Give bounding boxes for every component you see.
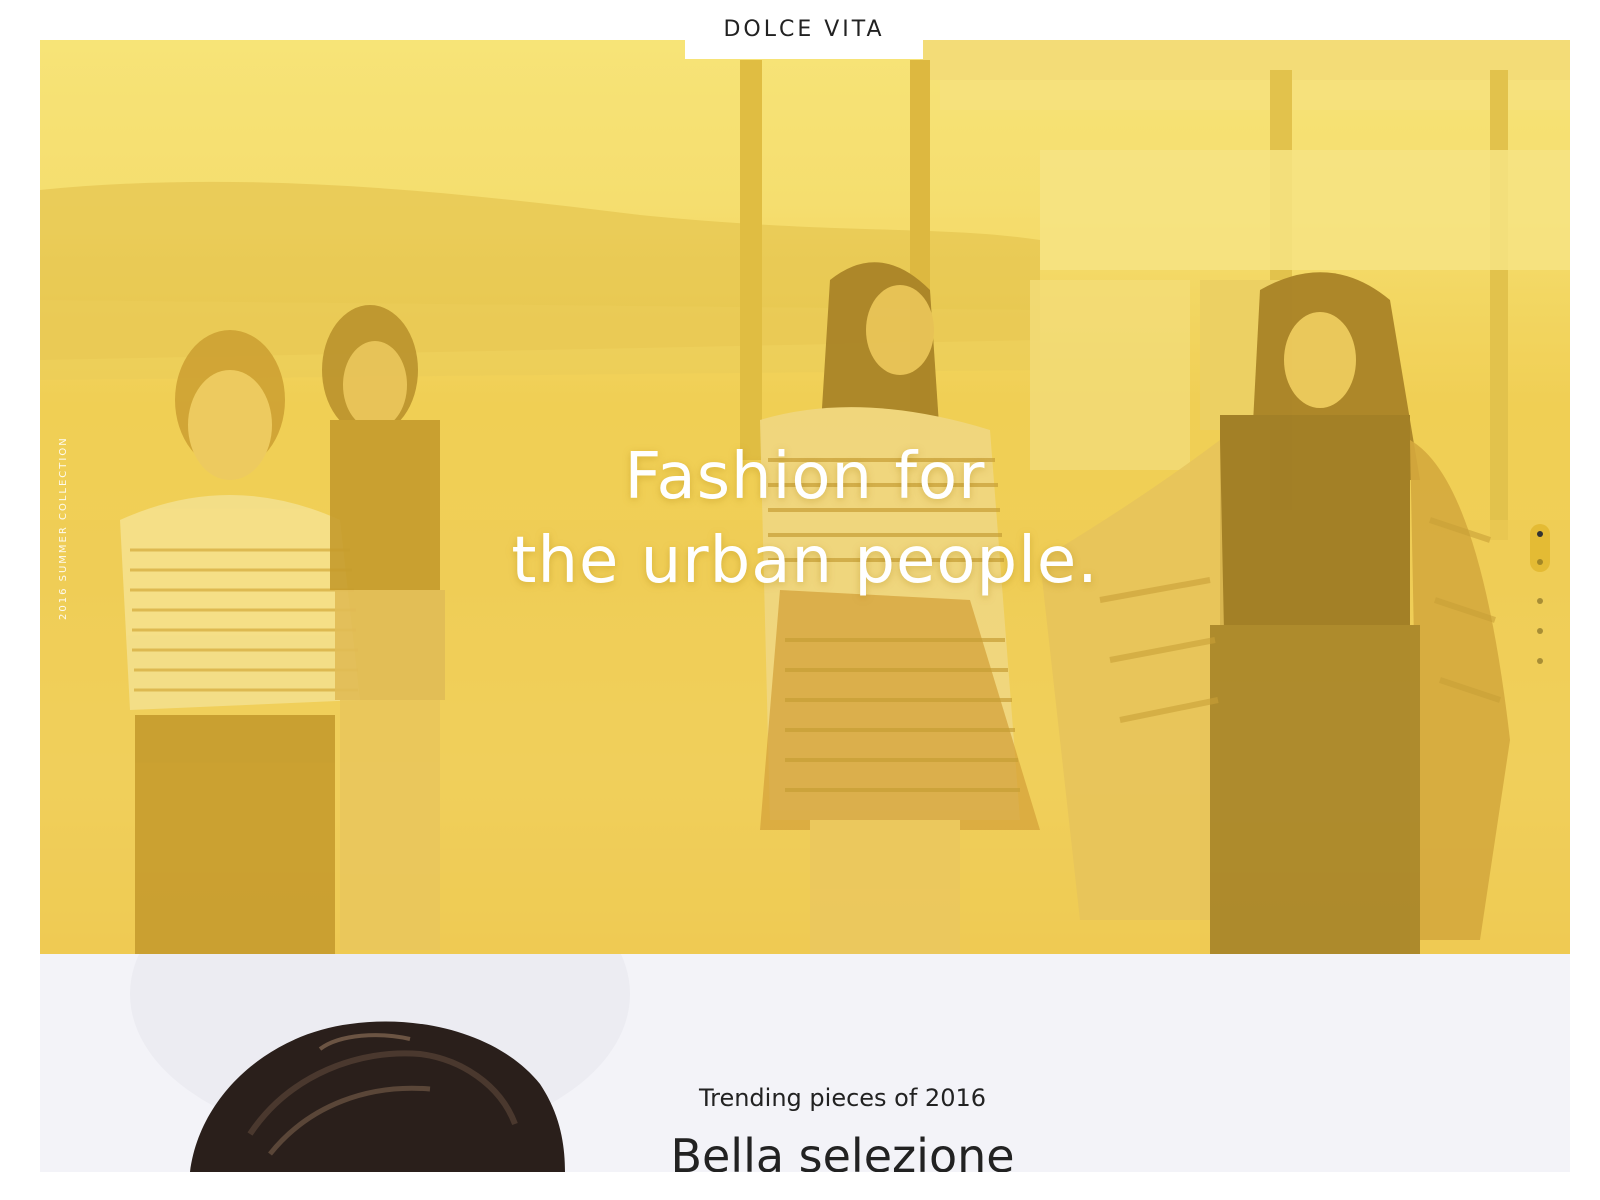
model-photo — [130, 954, 630, 1172]
hero-title-line-1: Fashion for — [624, 439, 986, 514]
slider-pagination — [1530, 524, 1550, 664]
slider-dot-1[interactable] — [1537, 531, 1543, 537]
section-title: Bella selezione — [670, 1129, 1015, 1172]
page-frame: Fashion for the urban people. 2016 SUMME… — [40, 40, 1570, 1172]
trending-section: Trending pieces of 2016 Bella selezione — [40, 954, 1570, 1172]
slider-dot-4[interactable] — [1537, 628, 1543, 634]
hero-title: Fashion for the urban people. — [40, 435, 1570, 603]
slider-dot-3[interactable] — [1537, 598, 1543, 604]
slider-dot-5[interactable] — [1537, 658, 1543, 664]
brand-logo[interactable]: DOLCE VITA — [723, 17, 884, 42]
collection-side-label: 2016 SUMMER COLLECTION — [58, 436, 69, 620]
logo-tab[interactable]: DOLCE VITA — [685, 0, 923, 59]
hero-title-line-2: the urban people. — [511, 523, 1099, 598]
slider-dot-2[interactable] — [1537, 559, 1543, 565]
section-subtitle: Trending pieces of 2016 — [698, 1084, 987, 1112]
slider-dot-active-group — [1530, 524, 1550, 572]
hero-section: Fashion for the urban people. 2016 SUMME… — [40, 40, 1570, 954]
